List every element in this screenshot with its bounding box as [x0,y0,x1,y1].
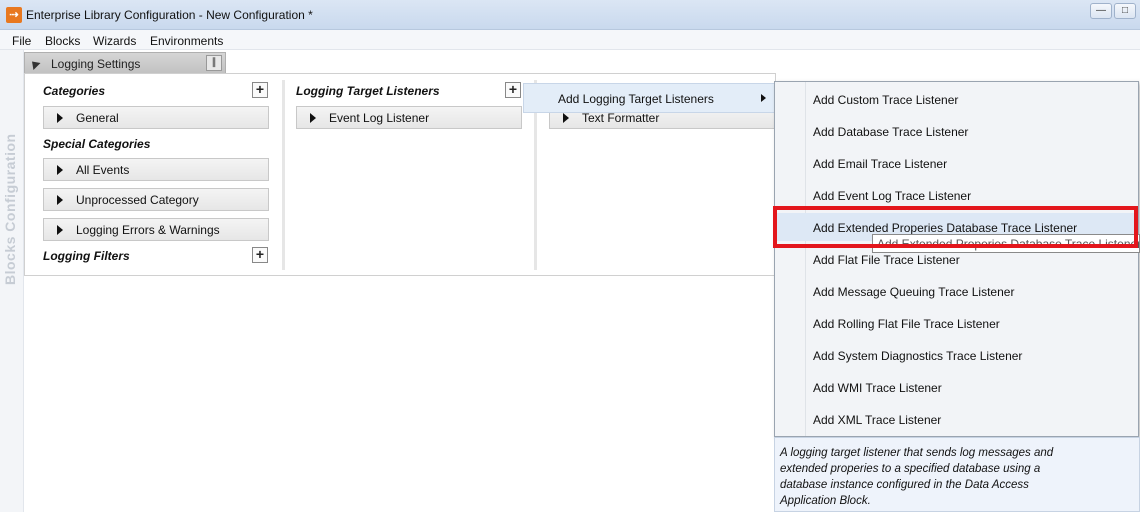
expand-triangle-icon[interactable] [57,225,63,235]
menu-item-database-trace-listener[interactable]: Add Database Trace Listener [776,117,1137,145]
menu-item-event-log-trace-listener[interactable]: Add Event Log Trace Listener [776,181,1137,209]
minimize-button[interactable]: — [1090,3,1112,19]
node-label: General [76,111,119,125]
logging-target-listeners-title: Logging Target Listeners [296,84,440,98]
context-menu-add-logging-target-listeners[interactable]: Add Logging Target Listeners [523,83,775,113]
listener-node-event-log[interactable]: Event Log Listener [296,106,522,129]
menu-item-label: Add Event Log Trace Listener [813,189,972,203]
title-bar: ⇢ Enterprise Library Configuration - New… [0,0,1140,30]
special-category-node-all-events[interactable]: All Events [43,158,269,181]
menu-item-rolling-flat-file-trace-listener[interactable]: Add Rolling Flat File Trace Listener [776,309,1137,337]
add-listener-button[interactable]: + [505,82,521,98]
special-category-node-errors-warnings[interactable]: Logging Errors & Warnings [43,218,269,241]
logging-settings-header[interactable]: Logging Settings ∥ [24,52,226,74]
node-label: Event Log Listener [329,111,430,125]
node-label: Logging Errors & Warnings [76,223,220,237]
menu-item-system-diagnostics-trace-listener[interactable]: Add System Diagnostics Trace Listener [776,341,1137,369]
logging-filters-title: Logging Filters [43,249,130,263]
node-label: Text Formatter [582,111,660,125]
special-category-node-unprocessed[interactable]: Unprocessed Category [43,188,269,211]
submenu-arrow-icon [761,94,766,102]
menu-item-tooltip: Add Extended Properies Database Trace Li… [872,234,1140,253]
menu-item-email-trace-listener[interactable]: Add Email Trace Listener [776,149,1137,177]
node-label: All Events [76,163,130,177]
expand-triangle-icon[interactable] [563,113,569,123]
expand-triangle-icon[interactable] [57,195,63,205]
expand-triangle-icon[interactable] [57,113,63,123]
special-categories-title: Special Categories [43,137,151,151]
menu-file[interactable]: File [12,34,31,48]
tooltip-text: Add Extended Properies Database Trace Li… [877,237,1140,251]
menu-environments[interactable]: Environments [150,34,223,48]
collapse-chevron-icon[interactable]: ∥ [206,55,222,71]
menu-item-label: Add WMI Trace Listener [813,381,942,395]
add-listener-submenu: Add Custom Trace Listener Add Database T… [774,81,1139,437]
menu-wizards[interactable]: Wizards [93,34,136,48]
description-panel: A logging target listener that sends log… [774,437,1140,512]
description-text: A logging target listener that sends log… [780,447,1054,507]
app-icon: ⇢ [6,7,22,23]
menu-item-custom-trace-listener[interactable]: Add Custom Trace Listener [776,85,1137,113]
restore-button[interactable]: □ [1114,3,1136,19]
window-title: Enterprise Library Configuration - New C… [26,8,313,22]
menu-item-label: Add Custom Trace Listener [813,93,959,107]
node-label: Unprocessed Category [76,193,199,207]
menu-item-xml-trace-listener[interactable]: Add XML Trace Listener [776,405,1137,433]
menu-item-label: Add Database Trace Listener [813,125,969,139]
add-category-button[interactable]: + [252,82,268,98]
column-divider [282,80,285,270]
blocks-configuration-strip: Blocks Configuration [0,50,24,512]
menu-item-label: Add Extended Properies Database Trace Li… [813,221,1078,235]
menu-blocks[interactable]: Blocks [45,34,80,48]
menu-item-label: Add Flat File Trace Listener [813,253,960,267]
menu-item-label: Add XML Trace Listener [813,413,942,427]
menu-bar: File Blocks Wizards Environments [0,30,1140,50]
context-menu-label: Add Logging Target Listeners [558,92,714,106]
blocks-configuration-label: Blocks Configuration [2,133,18,285]
menu-item-label: Add Message Queuing Trace Listener [813,285,1015,299]
menu-item-message-queuing-trace-listener[interactable]: Add Message Queuing Trace Listener [776,277,1137,305]
menu-item-wmi-trace-listener[interactable]: Add WMI Trace Listener [776,373,1137,401]
categories-title: Categories [43,84,106,98]
expand-triangle-icon[interactable] [57,165,63,175]
expand-triangle-icon[interactable] [310,113,316,123]
logging-settings-label: Logging Settings [51,57,141,71]
add-filter-button[interactable]: + [252,247,268,263]
menu-item-label: Add System Diagnostics Trace Listener [813,349,1023,363]
category-node-general[interactable]: General [43,106,269,129]
menu-item-label: Add Email Trace Listener [813,157,948,171]
menu-item-label: Add Rolling Flat File Trace Listener [813,317,1000,331]
expand-triangle-icon[interactable] [28,57,41,71]
